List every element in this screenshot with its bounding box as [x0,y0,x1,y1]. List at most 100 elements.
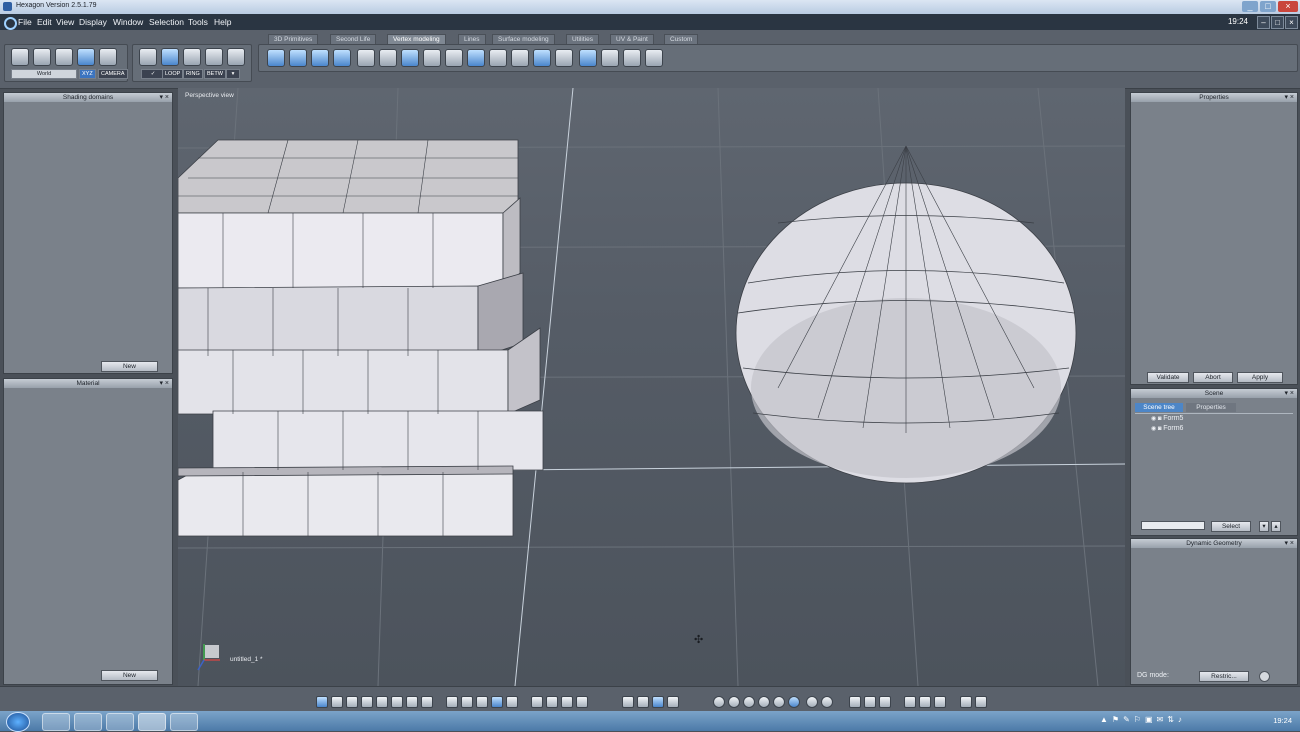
ring-button[interactable]: RING [183,69,203,79]
layout-view-icon[interactable] [376,696,388,708]
menu-tools[interactable]: Tools [188,17,208,27]
cube-alt-icon[interactable] [919,696,931,708]
panel-close-icon[interactable]: ▾ × [1284,93,1294,102]
weld-tool-icon[interactable] [423,49,441,67]
maximize-icon[interactable]: □ [1260,1,1276,12]
abort-button[interactable]: Abort [1193,372,1233,383]
dg-mode-select[interactable]: Restric... [1199,671,1249,682]
browser-task-icon[interactable] [42,713,70,731]
stacked-boxes-mesh[interactable] [178,139,544,537]
apply-button[interactable]: Apply [1237,372,1283,383]
eye-icon[interactable]: ◉ ◙ [1151,426,1163,432]
magnet-tool-icon[interactable] [77,48,95,66]
doc-close-icon[interactable]: × [1285,16,1298,29]
paint-select-icon[interactable] [55,48,73,66]
extrude-along-icon[interactable] [467,49,485,67]
symmetry-tool-icon[interactable] [579,49,597,67]
flat-shading-icon[interactable] [743,696,755,708]
panel-close-icon[interactable]: ▾ × [1284,539,1294,548]
hidden-line-icon[interactable] [728,696,740,708]
cube-icon[interactable] [904,696,916,708]
tab-vertex-modeling[interactable]: Vertex modeling [387,34,446,44]
doc-restore-icon[interactable]: □ [1271,16,1284,29]
add-point-icon[interactable] [623,49,641,67]
face-loop-tool-icon[interactable] [533,49,551,67]
eye-view-icon[interactable] [576,696,588,708]
scene-down-icon[interactable]: ▾ [1259,521,1269,532]
xyz-toggle[interactable]: XYZ [79,69,96,79]
tab-uv-paint[interactable]: UV & Paint [610,34,654,44]
film-icon[interactable] [934,696,946,708]
render-settings-icon[interactable] [446,696,458,708]
single-view-icon[interactable] [316,696,328,708]
select-tool-icon[interactable] [11,48,29,66]
menu-edit[interactable]: Edit [37,17,52,27]
tab-custom[interactable]: Custom [664,34,699,44]
split-tool-icon[interactable] [489,49,507,67]
media-task-icon[interactable] [170,713,198,731]
slice-tool-icon[interactable] [357,49,375,67]
mirror-tool-icon[interactable] [601,49,619,67]
scene-tree-item[interactable]: ◉ ◙ Form5 [1151,415,1183,422]
system-tray-icons[interactable]: ▲⚑✎⚐▣✉⇅♪ [1100,715,1230,726]
layout-view-icon[interactable] [421,696,433,708]
tab-3d-primitives[interactable]: 3D Primitives [268,34,319,44]
layout-view-icon[interactable] [391,696,403,708]
camera-icon[interactable] [975,696,987,708]
zoom-extent-icon[interactable] [531,696,543,708]
split-view-icon[interactable] [346,696,358,708]
minimize-icon[interactable]: _ [1242,1,1258,12]
scene-tree-item[interactable]: ◉ ◙ Form6 [1151,425,1183,432]
face-mode-icon[interactable] [161,48,179,66]
menu-view[interactable]: View [56,17,74,27]
start-button-icon[interactable] [6,712,30,732]
remove-point-icon[interactable] [645,49,663,67]
tab-second-life[interactable]: Second Life [330,34,377,44]
scene-up-icon[interactable]: ▴ [1271,521,1281,532]
quad-view-icon[interactable] [331,696,343,708]
chamfer-tool-icon[interactable] [333,49,351,67]
coord-system-select[interactable]: World [11,69,77,79]
scene-select-button[interactable]: Select [1211,521,1251,532]
textured-shading-icon[interactable] [788,696,800,708]
perspective-viewport[interactable]: Perspective view untitled_1 * ✣ [178,88,1125,686]
grid-icon[interactable] [476,696,488,708]
menu-file[interactable]: File [18,17,32,27]
screenshot-icon[interactable] [960,696,972,708]
menu-window[interactable]: Window [113,17,143,27]
smooth-shading-icon[interactable] [758,696,770,708]
loop-button[interactable]: LOOP [162,69,184,79]
snap-icon[interactable] [667,696,679,708]
camera-toggle[interactable]: CAMERA [98,69,128,79]
object-visibility-icon[interactable] [849,696,861,708]
ambient-occlusion-icon[interactable] [806,696,818,708]
scene-search-input[interactable] [1141,521,1205,530]
pan-icon[interactable] [546,696,558,708]
menu-selection[interactable]: Selection [149,17,184,27]
move-icon[interactable] [637,696,649,708]
universal-manipulator-icon[interactable] [652,696,664,708]
vertex-mode-icon[interactable] [205,48,223,66]
layout-view-icon[interactable] [406,696,418,708]
hexagon-task-icon[interactable] [138,713,166,731]
sphere-mesh[interactable] [735,145,1077,484]
object-isolate-icon[interactable] [879,696,891,708]
connect-tool-icon[interactable] [555,49,573,67]
folder-task-icon[interactable] [74,713,102,731]
menu-display[interactable]: Display [79,17,107,27]
object-mode-icon[interactable] [139,48,157,66]
light-icon[interactable] [461,696,473,708]
panel-close-icon[interactable]: ▾ × [159,379,169,388]
tab-scene-tree[interactable]: Scene tree [1135,403,1183,412]
app-task-icon[interactable] [106,713,134,731]
tab-surface-modeling[interactable]: Surface modeling [492,34,555,44]
tab-scene-properties[interactable]: Properties [1186,403,1236,412]
edge-loop-tool-icon[interactable] [511,49,529,67]
bevel-tool-icon[interactable] [289,49,307,67]
delete-tool-icon[interactable] [445,49,463,67]
new-material-button[interactable]: New [101,670,158,681]
wireframe-shading-icon[interactable] [713,696,725,708]
between-button[interactable]: BETW [204,69,226,79]
eye-icon[interactable]: ◉ ◙ [1151,416,1163,422]
close-icon[interactable]: × [1278,1,1298,12]
